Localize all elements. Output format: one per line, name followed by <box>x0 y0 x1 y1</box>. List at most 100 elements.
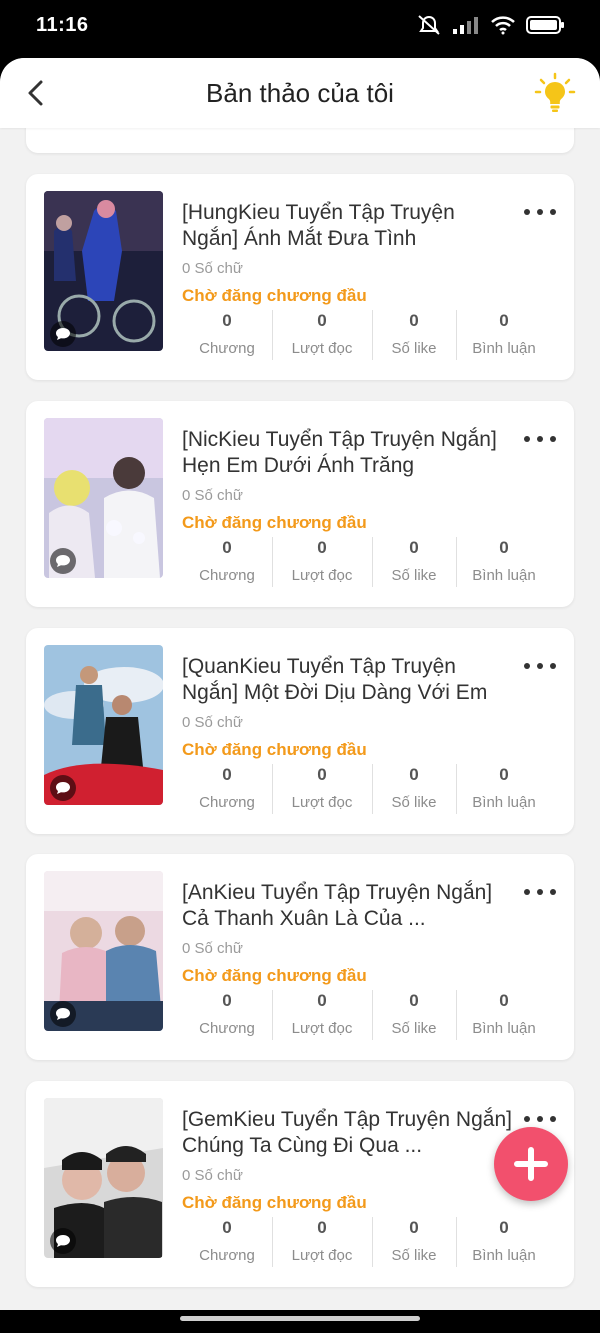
stat-reads: 0 Lượt đọc <box>272 990 372 1044</box>
stat-label: Lượt đọc <box>291 567 353 584</box>
stat-likes: 0 Số like <box>372 990 456 1044</box>
more-options-button[interactable] <box>524 202 556 222</box>
stat-value: 0 <box>317 538 327 557</box>
word-count: 0 Số chữ <box>182 714 243 731</box>
stat-likes: 0 Số like <box>372 310 456 364</box>
stat-value: 0 <box>317 765 327 784</box>
stat-comments: 0 Bình luận <box>456 1217 552 1271</box>
story-card[interactable]: [GemKieu Tuyển Tập Truyện Ngắn] Chúng Ta… <box>26 1081 574 1287</box>
stat-value: 0 <box>317 991 327 1010</box>
status-time: 11:16 <box>36 14 89 36</box>
story-card[interactable]: [NicKieu Tuyển Tập Truyện Ngắn] Hẹn Em D… <box>26 401 574 607</box>
lightbulb-icon <box>534 72 576 112</box>
story-card[interactable]: [QuanKieu Tuyển Tập Truyện Ngắn] Một Đời… <box>26 628 574 834</box>
story-title[interactable]: [NicKieu Tuyển Tập Truyện Ngắn] Hẹn Em D… <box>182 427 512 479</box>
story-cover-image[interactable] <box>44 418 163 578</box>
stat-reads: 0 Lượt đọc <box>272 537 372 591</box>
home-indicator[interactable] <box>180 1316 420 1321</box>
stat-label: Lượt đọc <box>291 1247 353 1264</box>
comment-bubble-icon <box>50 548 76 574</box>
more-options-button[interactable] <box>524 656 556 676</box>
stat-value: 0 <box>222 765 232 784</box>
stat-label: Bình luận <box>472 794 536 811</box>
stat-chapters: 0 Chương <box>182 310 272 364</box>
stat-label: Bình luận <box>472 1247 536 1264</box>
add-story-button[interactable] <box>494 1127 568 1201</box>
stat-comments: 0 Bình luận <box>456 990 552 1044</box>
stat-likes: 0 Số like <box>372 764 456 818</box>
wifi-icon <box>491 16 515 35</box>
app-header: Bản thảo của tôi <box>0 58 600 128</box>
stat-label: Bình luận <box>472 340 536 357</box>
status-icons <box>416 14 566 36</box>
stat-value: 0 <box>317 1218 327 1237</box>
stat-value: 0 <box>499 538 509 557</box>
story-cover-image[interactable] <box>44 871 163 1031</box>
signal-icon <box>453 17 478 34</box>
stat-label: Số like <box>391 1020 437 1037</box>
status-label: Chờ đăng chương đầu <box>182 966 367 985</box>
more-options-button[interactable] <box>524 1109 556 1129</box>
stat-value: 0 <box>499 765 509 784</box>
stat-reads: 0 Lượt đọc <box>272 310 372 364</box>
stat-label: Chương <box>199 794 255 811</box>
stat-comments: 0 Bình luận <box>456 310 552 364</box>
story-title[interactable]: [QuanKieu Tuyển Tập Truyện Ngắn] Một Đời… <box>182 654 512 706</box>
status-label: Chờ đăng chương đầu <box>182 1193 367 1212</box>
stat-reads: 0 Lượt đọc <box>272 1217 372 1271</box>
story-cover-image[interactable] <box>44 1098 163 1258</box>
story-stats: 0 Chương 0 Lượt đọc 0 Số like 0 Bình luận <box>182 1217 552 1271</box>
stat-value: 0 <box>222 538 232 557</box>
stat-likes: 0 Số like <box>372 1217 456 1271</box>
status-label: Chờ đăng chương đầu <box>182 286 367 305</box>
stat-value: 0 <box>409 1218 419 1237</box>
stat-label: Chương <box>199 1247 255 1264</box>
stat-chapters: 0 Chương <box>182 1217 272 1271</box>
stat-label: Số like <box>391 340 437 357</box>
stat-label: Bình luận <box>472 1020 536 1037</box>
stat-reads: 0 Lượt đọc <box>272 764 372 818</box>
stat-value: 0 <box>222 311 232 330</box>
stat-label: Lượt đọc <box>291 1020 353 1037</box>
story-title[interactable]: [AnKieu Tuyển Tập Truyện Ngắn] Cả Thanh … <box>182 880 512 932</box>
word-count: 0 Số chữ <box>182 260 243 277</box>
stat-comments: 0 Bình luận <box>456 764 552 818</box>
stat-label: Số like <box>391 794 437 811</box>
story-card[interactable]: [AnKieu Tuyển Tập Truyện Ngắn] Cả Thanh … <box>26 854 574 1060</box>
status-bar: 11:16 <box>0 0 600 56</box>
stat-comments: 0 Bình luận <box>456 537 552 591</box>
status-label: Chờ đăng chương đầu <box>182 513 367 532</box>
story-title[interactable]: [HungKieu Tuyển Tập Truyện Ngắn] Ánh Mắt… <box>182 200 512 252</box>
battery-icon <box>526 16 564 34</box>
plus-icon <box>514 1147 548 1181</box>
stat-value: 0 <box>409 991 419 1010</box>
mute-icon <box>418 15 440 35</box>
stat-likes: 0 Số like <box>372 537 456 591</box>
stat-value: 0 <box>409 311 419 330</box>
stat-value: 0 <box>317 311 327 330</box>
more-options-button[interactable] <box>524 429 556 449</box>
story-cover-image[interactable] <box>44 191 163 351</box>
stat-label: Lượt đọc <box>291 340 353 357</box>
comment-bubble-icon <box>50 321 76 347</box>
comment-bubble-icon <box>50 1228 76 1254</box>
stat-label: Chương <box>199 340 255 357</box>
word-count: 0 Số chữ <box>182 940 243 957</box>
stat-value: 0 <box>409 765 419 784</box>
story-title[interactable]: [GemKieu Tuyển Tập Truyện Ngắn] Chúng Ta… <box>182 1107 512 1159</box>
more-options-button[interactable] <box>524 882 556 902</box>
tips-button[interactable] <box>534 72 576 114</box>
stat-value: 0 <box>499 311 509 330</box>
status-label: Chờ đăng chương đầu <box>182 740 367 759</box>
story-cover-image[interactable] <box>44 645 163 805</box>
page-title: Bản thảo của tôi <box>206 78 394 108</box>
stat-chapters: 0 Chương <box>182 764 272 818</box>
story-card[interactable]: [HungKieu Tuyển Tập Truyện Ngắn] Ánh Mắt… <box>26 174 574 380</box>
stat-value: 0 <box>499 991 509 1010</box>
stat-label: Lượt đọc <box>291 794 353 811</box>
stat-label: Số like <box>391 567 437 584</box>
stat-value: 0 <box>222 1218 232 1237</box>
story-stats: 0 Chương 0 Lượt đọc 0 Số like 0 Bình luận <box>182 310 552 364</box>
stat-value: 0 <box>499 1218 509 1237</box>
story-stats: 0 Chương 0 Lượt đọc 0 Số like 0 Bình luận <box>182 990 552 1044</box>
